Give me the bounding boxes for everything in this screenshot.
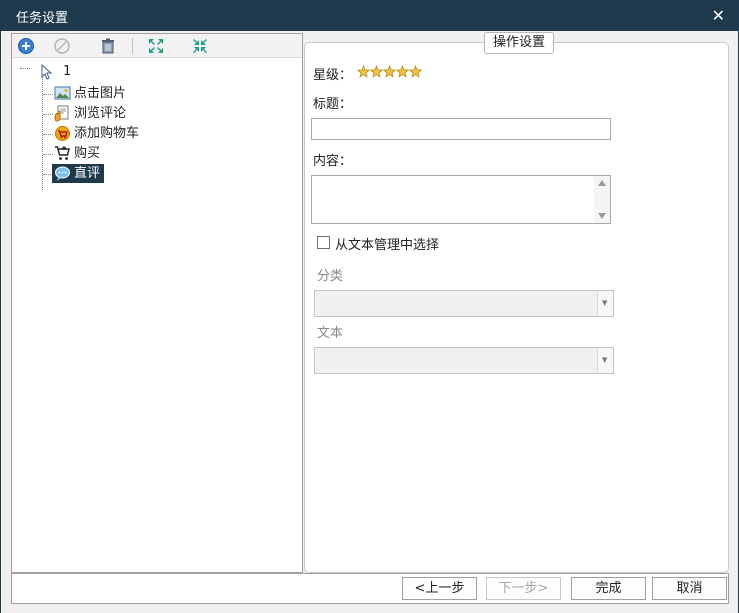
dialog-footer: <上一步 下一步> 完成 取消 xyxy=(11,573,729,604)
tree-item-label: 直评 xyxy=(74,166,101,181)
star-icon[interactable] xyxy=(369,64,384,78)
cart-badge-icon xyxy=(55,126,70,141)
tree-item-add-to-cart[interactable]: 添加购物车 xyxy=(52,124,143,143)
chevron-down-icon: ▼ xyxy=(602,299,608,307)
close-icon[interactable]: ✕ xyxy=(712,6,725,25)
shopping-cart-icon xyxy=(55,146,70,160)
star-icon[interactable] xyxy=(395,64,410,78)
disabled-circle-icon[interactable] xyxy=(52,36,72,56)
tree-toolbar xyxy=(12,34,302,58)
category-select[interactable]: ▼ xyxy=(314,290,614,317)
chat-bubble-icon xyxy=(55,166,70,181)
content-label: 内容： xyxy=(313,154,353,169)
tree-item-label: 添加购物车 xyxy=(74,126,140,141)
finish-button[interactable]: 完成 xyxy=(571,577,646,600)
scroll-up-icon[interactable] xyxy=(598,180,606,186)
title-input[interactable] xyxy=(311,118,611,140)
text-dropdown-button[interactable]: ▼ xyxy=(597,348,613,373)
text-manager-checkbox-label: 从文本管理中选择 xyxy=(335,238,440,253)
add-icon[interactable] xyxy=(16,36,36,56)
star-icon[interactable] xyxy=(382,64,397,78)
star-rating-label: 星级： xyxy=(313,68,353,83)
scroll-down-icon[interactable] xyxy=(598,213,606,219)
cancel-button[interactable]: 取消 xyxy=(652,577,727,600)
text-label: 文本 xyxy=(317,326,344,341)
tree-item-click-image[interactable]: 点击图片 xyxy=(52,84,130,103)
category-dropdown-button[interactable]: ▼ xyxy=(597,291,613,316)
picture-icon xyxy=(54,86,71,100)
trash-icon[interactable] xyxy=(98,36,118,56)
star-icon[interactable] xyxy=(408,64,423,78)
content-scrollbar[interactable] xyxy=(594,176,610,223)
task-tree: 1 点击图片 浏览评论 添加购物车 购买 直评 xyxy=(12,60,302,570)
tree-root-label: 1 xyxy=(63,64,72,79)
star-rating[interactable] xyxy=(356,64,423,79)
collapse-icon[interactable] xyxy=(190,36,210,56)
chevron-down-icon: ▼ xyxy=(602,356,608,364)
expand-icon[interactable] xyxy=(146,36,166,56)
toolbar-separator xyxy=(132,38,133,54)
title-label: 标题： xyxy=(313,97,353,112)
prev-step-button[interactable]: <上一步 xyxy=(402,577,477,600)
group-title: 操作设置 xyxy=(484,32,555,54)
text-manager-checkbox[interactable] xyxy=(317,236,330,249)
tree-item-browse-reviews[interactable]: 浏览评论 xyxy=(52,104,130,123)
dialog-body: 1 点击图片 浏览评论 添加购物车 购买 直评 操作设置 星级： 标题： 内容：… xyxy=(0,31,739,613)
task-tree-panel: 1 点击图片 浏览评论 添加购物车 购买 直评 xyxy=(11,33,303,573)
content-textarea[interactable] xyxy=(311,175,611,224)
tree-collapse-toggle[interactable] xyxy=(20,68,30,69)
tree-item-direct-review[interactable]: 直评 xyxy=(52,164,105,183)
text-select[interactable]: ▼ xyxy=(314,347,614,374)
tree-item-label: 点击图片 xyxy=(74,86,127,101)
next-step-button[interactable]: 下一步> xyxy=(486,577,561,600)
hand-document-icon xyxy=(54,105,69,122)
tree-item-purchase[interactable]: 购买 xyxy=(52,144,104,163)
dialog-titlebar: 任务设置 ✕ xyxy=(0,0,739,31)
operation-settings-panel: 操作设置 星级： 标题： 内容： 从文本管理中选择 分类 ▼ 文本 ▼ xyxy=(304,32,729,573)
category-label: 分类 xyxy=(317,269,344,284)
dialog-title: 任务设置 xyxy=(16,11,69,26)
tree-item-label: 购买 xyxy=(74,146,101,161)
star-icon[interactable] xyxy=(356,64,371,78)
tree-item-label: 浏览评论 xyxy=(74,106,127,121)
